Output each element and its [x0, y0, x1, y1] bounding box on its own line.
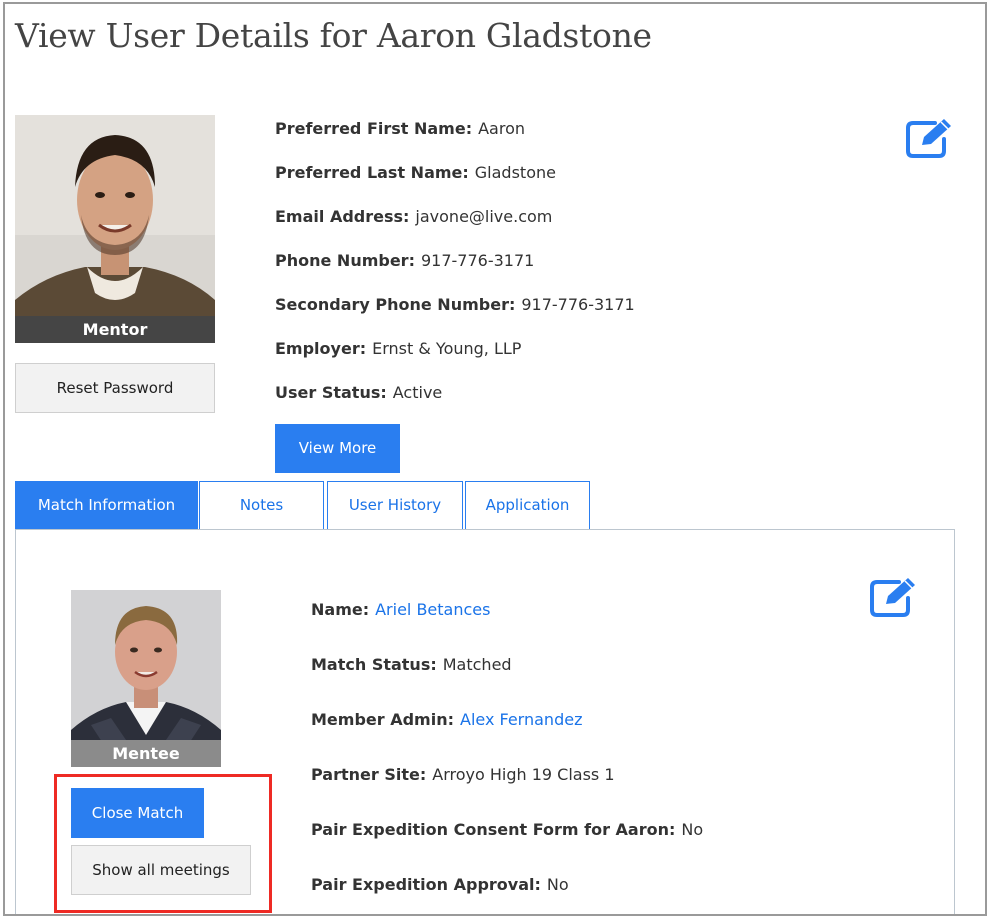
field-employer: Employer: Ernst & Young, LLP: [275, 339, 521, 358]
tab-application[interactable]: Application: [465, 481, 590, 530]
field-value: Arroyo High 19 Class 1: [432, 765, 615, 784]
field-label: Name:: [311, 600, 370, 619]
mentor-photo: Mentor: [15, 115, 215, 343]
field-value: Ernst & Young, LLP: [372, 339, 522, 358]
page-frame: View User Details for Aaron Gladstone Me…: [3, 2, 987, 916]
field-value: No: [681, 820, 704, 839]
field-email-address: Email Address: javone@live.com: [275, 207, 552, 226]
field-value: Active: [392, 383, 443, 402]
field-label: Preferred First Name:: [275, 119, 473, 138]
field-label: Preferred Last Name:: [275, 163, 469, 182]
field-user-status: User Status: Active: [275, 383, 442, 402]
field-label: Email Address:: [275, 207, 410, 226]
tab-user-history[interactable]: User History: [327, 481, 463, 530]
edit-icon[interactable]: [905, 117, 955, 159]
field-value: 917-776-3171: [521, 295, 635, 314]
field-value: Aaron: [478, 119, 525, 138]
match-field-partner-site: Partner Site: Arroyo High 19 Class 1: [311, 765, 615, 784]
field-phone-number: Phone Number: 917-776-3171: [275, 251, 534, 270]
field-value: javone@live.com: [415, 207, 553, 226]
match-field-expedition-approval: Pair Expedition Approval: No: [311, 875, 569, 894]
mentee-photo: Mentee: [71, 590, 221, 767]
field-label: Employer:: [275, 339, 367, 358]
field-preferred-first-name: Preferred First Name: Aaron: [275, 119, 525, 138]
field-preferred-last-name: Preferred Last Name: Gladstone: [275, 163, 556, 182]
page-title: View User Details for Aaron Gladstone: [15, 16, 652, 55]
field-label: Partner Site:: [311, 765, 427, 784]
match-field-consent-form: Pair Expedition Consent Form for Aaron: N…: [311, 820, 703, 839]
reset-password-button[interactable]: Reset Password: [15, 363, 215, 413]
match-field-name: Name: Ariel Betances: [311, 600, 490, 619]
field-label: Pair Expedition Consent Form for Aaron:: [311, 820, 676, 839]
highlight-box: [54, 774, 272, 913]
field-label: Pair Expedition Approval:: [311, 875, 541, 894]
field-secondary-phone-number: Secondary Phone Number: 917-776-3171: [275, 295, 635, 314]
field-value: Gladstone: [474, 163, 556, 182]
mentee-name-link[interactable]: Ariel Betances: [375, 600, 490, 619]
match-field-status: Match Status: Matched: [311, 655, 512, 674]
mentee-role-caption: Mentee: [71, 740, 221, 767]
tab-match-information[interactable]: Match Information: [15, 481, 198, 530]
field-value: No: [546, 875, 569, 894]
member-admin-link[interactable]: Alex Fernandez: [460, 710, 582, 729]
field-label: Member Admin:: [311, 710, 454, 729]
edit-match-icon[interactable]: [869, 576, 919, 618]
field-value: 917-776-3171: [420, 251, 535, 270]
field-label: Match Status:: [311, 655, 437, 674]
field-label: Phone Number:: [275, 251, 415, 270]
view-more-button[interactable]: View More: [275, 424, 400, 473]
tab-notes[interactable]: Notes: [199, 481, 324, 530]
match-field-member-admin: Member Admin: Alex Fernandez: [311, 710, 582, 729]
mentor-role-caption: Mentor: [15, 316, 215, 343]
field-label: User Status:: [275, 383, 387, 402]
mentor-portrait: [15, 115, 215, 343]
field-label: Secondary Phone Number:: [275, 295, 516, 314]
field-value: Matched: [442, 655, 512, 674]
